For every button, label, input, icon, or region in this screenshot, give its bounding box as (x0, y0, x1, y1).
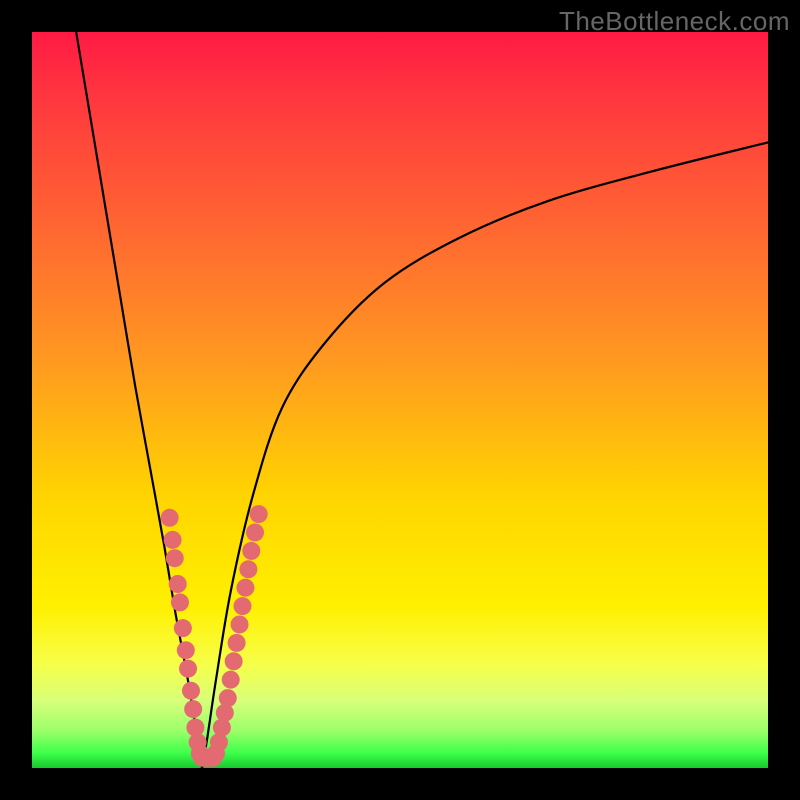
data-marker (169, 575, 187, 593)
marker-layer (161, 505, 268, 767)
data-marker (225, 652, 243, 670)
data-marker (182, 682, 200, 700)
data-marker (219, 689, 237, 707)
data-marker (236, 579, 254, 597)
data-marker (174, 619, 192, 637)
data-marker (161, 509, 179, 527)
data-marker (179, 660, 197, 678)
curve-layer (76, 32, 768, 768)
data-marker (164, 531, 182, 549)
data-marker (166, 549, 184, 567)
plot-area (32, 32, 768, 768)
data-marker (228, 634, 246, 652)
data-marker (184, 700, 202, 718)
data-marker (171, 593, 189, 611)
outer-frame: TheBottleneck.com (0, 0, 800, 800)
data-marker (250, 505, 268, 523)
chart-svg (32, 32, 768, 768)
data-marker (222, 671, 240, 689)
data-marker (239, 560, 257, 578)
right-curve (202, 142, 768, 768)
data-marker (177, 641, 195, 659)
data-marker (234, 597, 252, 615)
data-marker (231, 615, 249, 633)
data-marker (242, 542, 260, 560)
data-marker (246, 523, 264, 541)
